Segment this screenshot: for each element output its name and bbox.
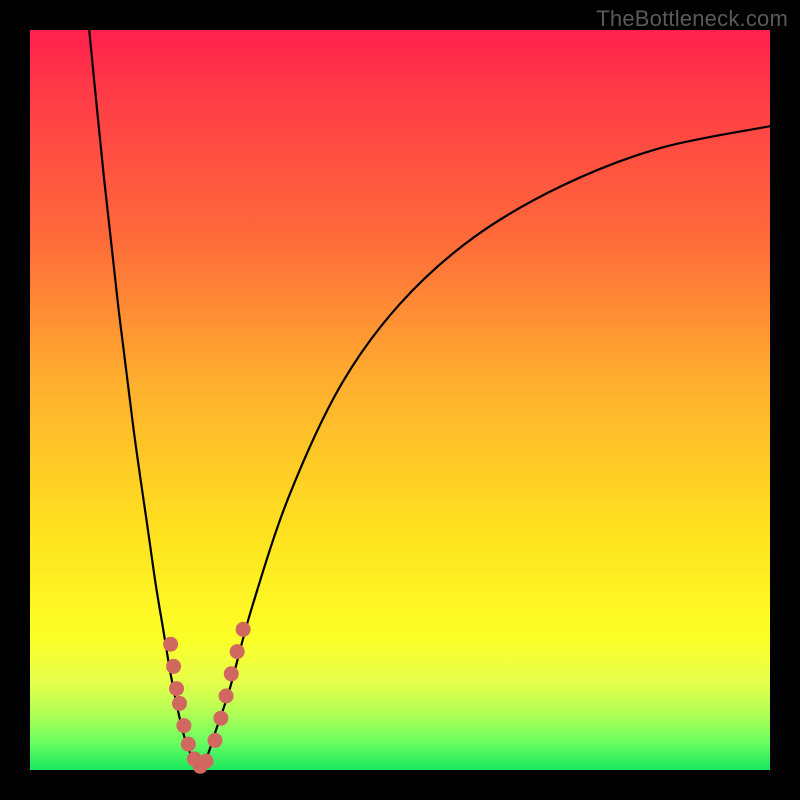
chart-svg [30, 30, 770, 770]
watermark-text: TheBottleneck.com [596, 6, 788, 32]
marker-left-cluster [166, 659, 181, 674]
curve-left [89, 30, 200, 770]
marker-vertex [199, 754, 214, 769]
marker-left-cluster [169, 681, 184, 696]
marker-right-cluster [224, 666, 239, 681]
marker-right-cluster [219, 689, 234, 704]
curve-right [200, 126, 770, 770]
data-markers [163, 622, 251, 774]
marker-left-cluster [176, 718, 191, 733]
marker-right-cluster [230, 644, 245, 659]
plot-area [30, 30, 770, 770]
marker-right-cluster [213, 711, 228, 726]
marker-right-cluster [236, 622, 251, 637]
marker-left-cluster [163, 637, 178, 652]
marker-right-cluster [208, 733, 223, 748]
chart-frame: TheBottleneck.com [0, 0, 800, 800]
marker-left-cluster [181, 737, 196, 752]
marker-left-cluster [172, 696, 187, 711]
